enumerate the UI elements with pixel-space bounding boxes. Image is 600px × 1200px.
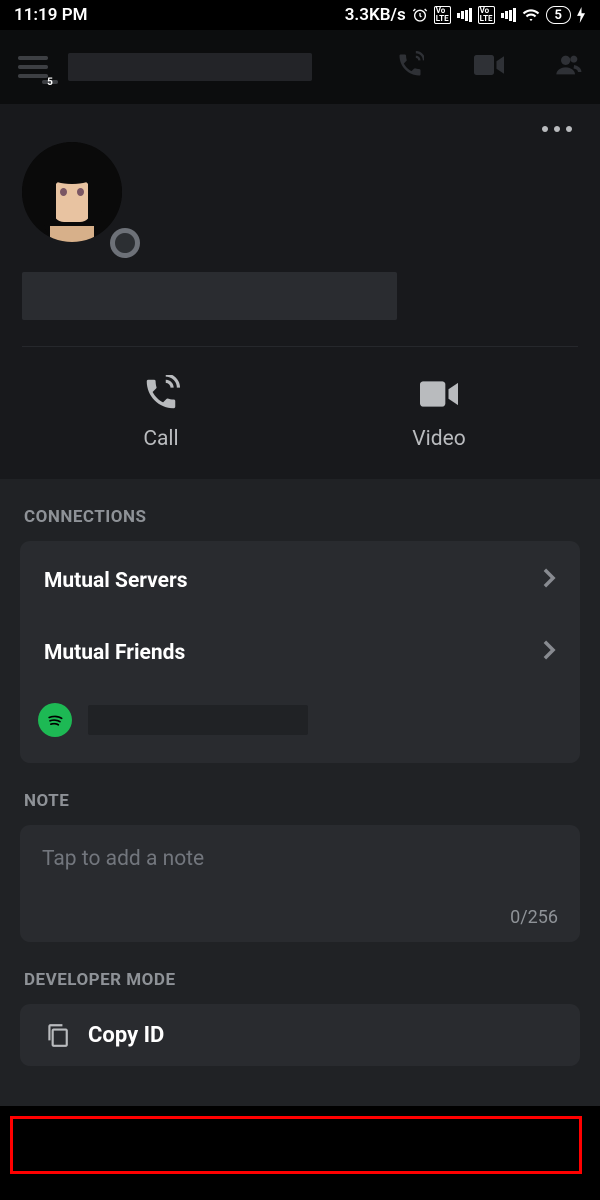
header-call-icon[interactable] <box>396 51 424 83</box>
spotify-connection-row[interactable] <box>20 693 580 763</box>
spotify-icon <box>38 703 72 737</box>
copy-id-button[interactable]: Copy ID <box>20 1004 580 1066</box>
video-icon <box>420 375 458 413</box>
spotify-username-redacted <box>88 705 308 735</box>
note-heading: NOTE <box>0 763 600 825</box>
header-members-icon[interactable] <box>554 51 582 83</box>
android-status-bar: 11:19 PM 3.3KB/s VoLTE VoLTE 5 <box>0 0 600 30</box>
copy-id-label: Copy ID <box>88 1023 164 1048</box>
annotation-highlight <box>10 1116 582 1174</box>
network-speed: 3.3KB/s <box>345 5 406 25</box>
header-video-icon[interactable] <box>474 54 504 80</box>
mutual-servers-label: Mutual Servers <box>44 569 188 593</box>
call-label: Call <box>143 427 178 451</box>
mutual-servers-row[interactable]: Mutual Servers <box>20 541 580 621</box>
video-button[interactable]: Video <box>300 347 578 479</box>
chevron-right-icon <box>542 567 556 595</box>
video-label: Video <box>412 427 465 451</box>
status-time: 11:19 PM <box>14 5 88 25</box>
mutual-friends-row[interactable]: Mutual Friends <box>20 621 580 693</box>
copy-icon <box>44 1022 70 1048</box>
volte-indicator-1: VoLTE <box>434 6 451 24</box>
mutual-friends-label: Mutual Friends <box>44 641 185 665</box>
wifi-icon <box>522 6 540 24</box>
header-username-redacted <box>68 53 312 81</box>
note-input[interactable]: Tap to add a note 0/256 <box>20 825 580 942</box>
status-indicator-offline <box>110 228 140 258</box>
developer-mode-heading: DEVELOPER MODE <box>0 942 600 1004</box>
charging-icon <box>577 7 586 23</box>
volte-indicator-2: VoLTE <box>478 6 495 24</box>
alarm-icon <box>412 7 428 23</box>
call-button[interactable]: Call <box>22 347 300 479</box>
chat-header: 5 <box>0 30 600 104</box>
phone-icon <box>142 375 180 413</box>
profile-banner: Call Video <box>0 104 600 479</box>
menu-button[interactable]: 5 <box>18 56 48 78</box>
battery-indicator: 5 <box>546 6 571 24</box>
user-avatar[interactable] <box>22 142 132 252</box>
menu-badge: 5 <box>42 80 58 84</box>
connections-card: Mutual Servers Mutual Friends <box>20 541 580 763</box>
username-redacted <box>22 272 397 320</box>
signal-bars-1 <box>457 8 472 22</box>
chevron-right-icon <box>542 639 556 667</box>
connections-heading: CONNECTIONS <box>0 479 600 541</box>
signal-bars-2 <box>501 8 516 22</box>
note-char-counter: 0/256 <box>42 907 558 928</box>
more-options-button[interactable] <box>542 126 572 132</box>
note-placeholder: Tap to add a note <box>42 847 558 871</box>
